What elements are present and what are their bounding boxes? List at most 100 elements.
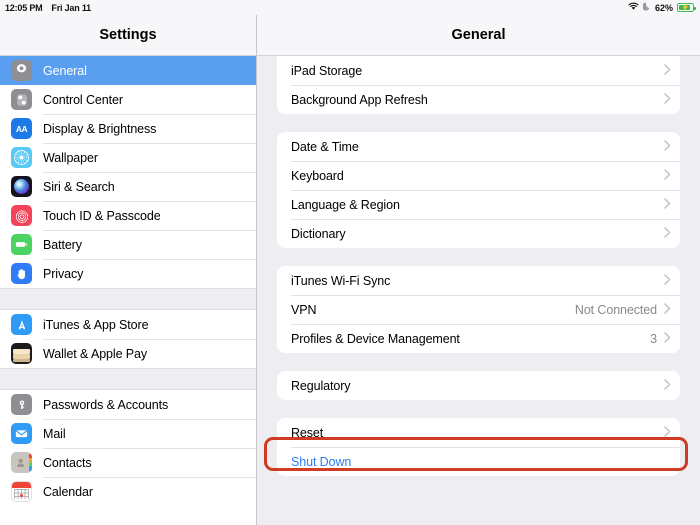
sidebar-item-mail[interactable]: Mail (0, 419, 256, 448)
sidebar-item-control-center[interactable]: Control Center (0, 85, 256, 114)
detail-scroll-area[interactable]: iPad Storage Background App Refresh Date… (257, 56, 700, 525)
row-label: VPN (291, 302, 317, 317)
row-accessory (664, 272, 671, 290)
sidebar-item-display-brightness[interactable]: AA Display & Brightness (0, 114, 256, 143)
chevron-right-icon (664, 91, 671, 109)
sidebar-item-label: Mail (43, 426, 66, 441)
battery-percent: 62% (654, 2, 673, 13)
sidebar-item-itunes-app-store[interactable]: iTunes & App Store (0, 310, 256, 339)
sidebar-header: Settings (0, 15, 256, 56)
fingerprint-icon (11, 205, 32, 226)
general-detail-pane: General iPad Storage Background App Refr… (257, 15, 700, 525)
row-dictionary[interactable]: Dictionary (277, 219, 680, 248)
status-bar-right: 62% ⚡ (628, 2, 696, 13)
page-title: General (451, 27, 506, 43)
sidebar-item-label: Battery (43, 237, 82, 252)
row-language-region[interactable]: Language & Region (277, 190, 680, 219)
settings-group-reset: Reset Shut Down (277, 418, 680, 476)
row-label: Date & Time (291, 139, 359, 154)
row-label: Dictionary (291, 226, 346, 241)
row-accessory (664, 424, 671, 442)
row-value: Not Connected (574, 302, 657, 317)
chevron-right-icon (664, 272, 671, 290)
row-accessory (664, 91, 671, 109)
sidebar-item-touch-id-passcode[interactable]: Touch ID & Passcode (0, 201, 256, 230)
status-date: Fri Jan 11 (51, 2, 91, 13)
app-store-icon (11, 314, 32, 335)
ipad-settings-screen: 12:05 PM Fri Jan 11 62% ⚡ Settings Gener… (0, 0, 700, 525)
settings-group-regulatory: Regulatory (277, 371, 680, 400)
chevron-right-icon (664, 301, 671, 319)
siri-orb-icon (11, 176, 32, 197)
settings-group-network: iTunes Wi-Fi Sync VPN Not Connected Prof… (277, 266, 680, 353)
row-keyboard[interactable]: Keyboard (277, 161, 680, 190)
row-value: 3 (650, 331, 657, 346)
moon-icon (641, 2, 651, 13)
row-regulatory[interactable]: Regulatory (277, 371, 680, 400)
chevron-right-icon (664, 377, 671, 395)
sidebar-item-label: Display & Brightness (43, 121, 157, 136)
settings-group-storage: iPad Storage Background App Refresh (277, 56, 680, 114)
row-background-app-refresh[interactable]: Background App Refresh (277, 85, 680, 114)
sidebar-item-wallpaper[interactable]: Wallpaper (0, 143, 256, 172)
row-accessory: Not Connected (575, 301, 671, 319)
row-label: iTunes Wi-Fi Sync (291, 273, 391, 288)
sidebar-item-label: iTunes & App Store (43, 317, 149, 332)
row-accessory (664, 196, 671, 214)
row-label: Shut Down (291, 454, 352, 469)
sidebar-item-calendar[interactable]: Calendar (0, 477, 256, 506)
sidebar-item-contacts[interactable]: Contacts (0, 448, 256, 477)
row-label: Background App Refresh (291, 92, 428, 107)
row-reset[interactable]: Reset (277, 418, 680, 447)
chevron-right-icon (664, 62, 671, 80)
sidebar-item-label: Control Center (43, 92, 123, 107)
sidebar-title: Settings (99, 27, 157, 43)
chevron-right-icon (664, 424, 671, 442)
sidebar-item-wallet-apple-pay[interactable]: Wallet & Apple Pay (0, 339, 256, 368)
row-accessory (664, 138, 671, 156)
sidebar-item-siri-search[interactable]: Siri & Search (0, 172, 256, 201)
contacts-icon (11, 452, 32, 473)
settings-sidebar: Settings General Control Center AA Displ… (0, 15, 257, 525)
battery-charging-icon: ⚡ (677, 3, 696, 12)
row-profiles-device-management[interactable]: Profiles & Device Management 3 (277, 324, 680, 353)
row-label: Reset (291, 425, 324, 440)
row-label: Profiles & Device Management (291, 331, 460, 346)
wifi-icon (628, 2, 639, 13)
flower-icon (11, 147, 32, 168)
row-label: Language & Region (291, 197, 400, 212)
row-ipad-storage[interactable]: iPad Storage (277, 56, 680, 85)
row-accessory (664, 225, 671, 243)
row-accessory (664, 377, 671, 395)
row-shut-down[interactable]: Shut Down (277, 447, 680, 476)
row-date-time[interactable]: Date & Time (277, 132, 680, 161)
row-label: Keyboard (291, 168, 344, 183)
sidebar-item-battery[interactable]: Battery (0, 230, 256, 259)
settings-group-datetime: Date & Time Keyboard Language & Region D… (277, 132, 680, 248)
sidebar-section-gap (0, 368, 256, 390)
aa-text-icon: AA (11, 118, 32, 139)
row-accessory (664, 167, 671, 185)
hand-icon (11, 263, 32, 284)
row-label: iPad Storage (291, 63, 363, 78)
sidebar-item-label: Privacy (43, 266, 84, 281)
sidebar-section-gap (0, 288, 256, 310)
sidebar-item-passwords-accounts[interactable]: Passwords & Accounts (0, 390, 256, 419)
sidebar-item-general[interactable]: General (0, 56, 256, 85)
chevron-right-icon (664, 225, 671, 243)
row-accessory (664, 62, 671, 80)
wallet-icon (11, 343, 32, 364)
sidebar-list[interactable]: General Control Center AA Display & Brig… (0, 56, 256, 525)
sidebar-item-label: Calendar (43, 484, 93, 499)
row-vpn[interactable]: VPN Not Connected (277, 295, 680, 324)
sidebar-item-privacy[interactable]: Privacy (0, 259, 256, 288)
calendar-icon (11, 481, 32, 502)
status-bar: 12:05 PM Fri Jan 11 62% ⚡ (0, 0, 700, 15)
gear-icon (11, 60, 32, 81)
chevron-right-icon (664, 196, 671, 214)
row-itunes-wifi-sync[interactable]: iTunes Wi-Fi Sync (277, 266, 680, 295)
status-time: 12:05 PM (5, 2, 43, 13)
sidebar-item-label: Passwords & Accounts (43, 397, 169, 412)
chevron-right-icon (664, 330, 671, 348)
sidebar-item-label: Contacts (43, 455, 92, 470)
